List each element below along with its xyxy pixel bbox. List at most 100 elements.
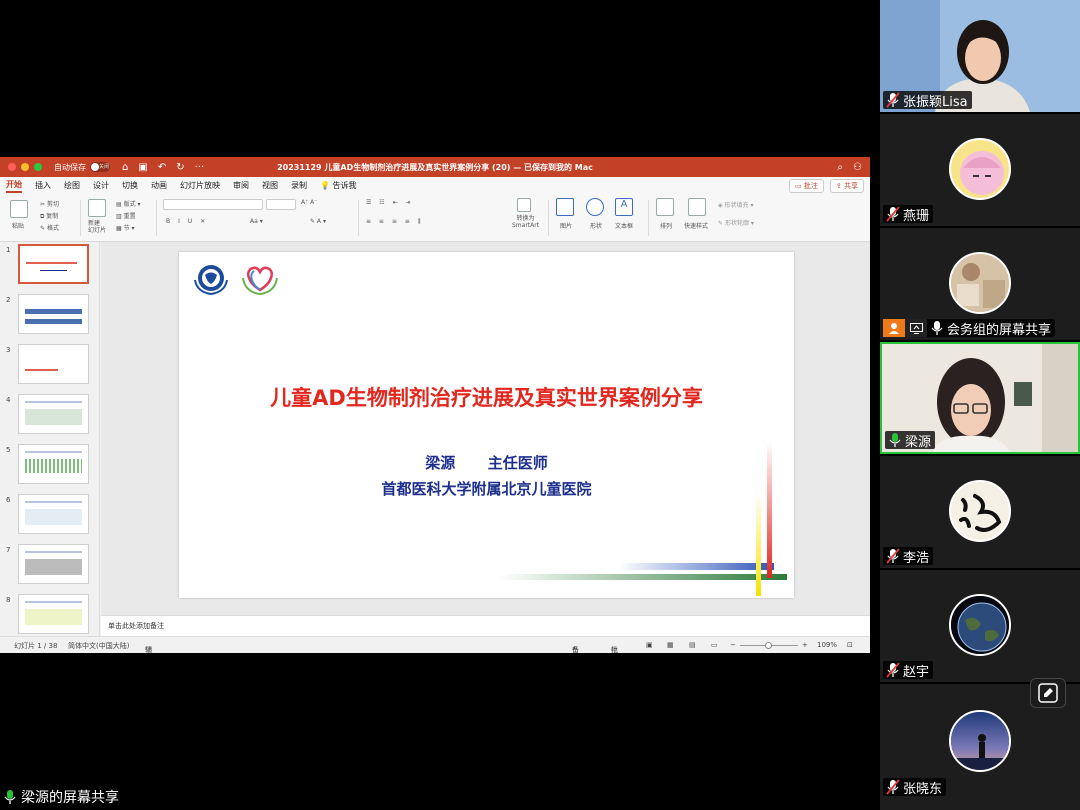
layout-button[interactable]: ▤ 版式 ▾	[116, 199, 141, 208]
slide-thumbnail[interactable]	[18, 444, 89, 484]
text-color-buttons[interactable]: Aa ▾	[250, 218, 263, 225]
comments-button[interactable]: ▭ 批注	[789, 178, 824, 193]
autosave-toggle[interactable]: 关闭	[90, 162, 110, 172]
slide-thumbnail[interactable]	[18, 544, 89, 584]
tab-transitions[interactable]: 切换	[122, 180, 138, 191]
highlight-buttons[interactable]: ✎ A ▾	[310, 218, 326, 225]
tab-design[interactable]: 设计	[93, 180, 109, 191]
active-speaker-tile[interactable]: 梁源	[880, 342, 1080, 454]
slideshow-icon[interactable]: ▭	[711, 641, 718, 649]
thumbnail-row[interactable]: 1	[0, 244, 99, 294]
tab-animations[interactable]: 动画	[151, 180, 167, 191]
slide-title[interactable]: 儿童AD生物制剂治疗进展及真实世界案例分享	[179, 382, 794, 412]
list-buttons[interactable]: ☰ ☷ ⇤ ⇥	[366, 199, 414, 206]
participant-tile[interactable]: 张振颖Lisa	[880, 0, 1080, 112]
participant-tile[interactable]: 赵宇	[880, 570, 1080, 682]
home-icon[interactable]: ⌂	[122, 162, 128, 173]
align-buttons[interactable]: ≡ ≡ ≡ ≡ ⫼	[366, 218, 424, 226]
picture-label[interactable]: 图片	[560, 221, 572, 230]
reset-button[interactable]: ▥ 重置	[116, 211, 136, 220]
tab-slideshow[interactable]: 幻灯片放映	[180, 180, 220, 191]
convert-smartart-label[interactable]: 转换为 SmartArt	[512, 215, 539, 229]
current-slide[interactable]: 儿童AD生物制剂治疗进展及真实世界案例分享 梁源 主任医师 首都医科大学附属北京…	[179, 252, 794, 598]
slide-thumbnail-pane[interactable]: 1 2 3 4 5 6 7 8	[0, 242, 100, 636]
minimize-window-button[interactable]	[21, 163, 29, 171]
reading-view-icon[interactable]: ▤	[689, 641, 696, 649]
tab-home[interactable]: 开始	[6, 179, 22, 193]
participant-tile[interactable]: 李浩	[880, 456, 1080, 568]
thumbnail-row[interactable]: 4	[0, 394, 99, 444]
font-size-buttons[interactable]: A⁺ A⁻	[301, 199, 317, 206]
tab-draw[interactable]: 绘图	[64, 180, 80, 191]
close-window-button[interactable]	[8, 163, 16, 171]
paste-icon[interactable]	[10, 200, 28, 218]
format-label: 格式	[46, 225, 59, 232]
zoom-slider-handle[interactable]	[765, 642, 772, 649]
normal-view-icon[interactable]: ▣	[646, 641, 653, 649]
redo-icon[interactable]: ↻	[176, 162, 184, 173]
font-format-buttons[interactable]: BIU✕	[166, 218, 213, 225]
quick-styles-label[interactable]: 快速样式	[684, 221, 708, 230]
thumbnail-row[interactable]: 2	[0, 294, 99, 344]
account-icon[interactable]: ⚇	[853, 162, 862, 173]
smartart-icon[interactable]	[517, 198, 531, 212]
textbox-label[interactable]: 文本框	[615, 221, 633, 230]
tab-tell-me[interactable]: 💡 告诉我	[320, 180, 357, 191]
thumbnail-row[interactable]: 7	[0, 544, 99, 594]
slide-thumbnail[interactable]	[18, 494, 89, 534]
quick-styles-icon[interactable]	[688, 198, 706, 216]
shape-icon[interactable]	[586, 198, 604, 216]
textbox-icon[interactable]: A	[615, 198, 633, 216]
slide-thumbnail[interactable]	[18, 394, 89, 434]
format-painter-button[interactable]: ✎ 格式	[40, 223, 59, 232]
cut-button[interactable]: ✂ 剪切	[40, 199, 59, 208]
arrange-icon[interactable]	[656, 198, 674, 216]
new-slide-icon[interactable]	[88, 199, 106, 217]
tab-record[interactable]: 录制	[291, 180, 307, 191]
zoom-level[interactable]: 109%	[817, 641, 837, 649]
decorative-lines	[499, 442, 787, 596]
notes-pane[interactable]: 单击此处添加备注	[101, 615, 870, 636]
font-family-select[interactable]	[163, 199, 263, 210]
picture-icon[interactable]	[556, 198, 574, 216]
slide-editing-canvas[interactable]: 儿童AD生物制剂治疗进展及真实世界案例分享 梁源 主任医师 首都医科大学附属北京…	[101, 242, 870, 615]
thumbnail-row[interactable]: 6	[0, 494, 99, 544]
save-icon[interactable]: ▣	[138, 162, 147, 173]
paste-label[interactable]: 粘贴	[12, 221, 24, 230]
quick-access-toolbar: ⌂ ▣ ↶ ↻ ···	[122, 162, 204, 173]
font-size-select[interactable]	[266, 199, 296, 210]
language-indicator[interactable]: 简体中文(中国大陆)	[68, 641, 129, 651]
section-button[interactable]: ▦ 节 ▾	[116, 223, 135, 232]
search-icon[interactable]: ⌕	[837, 162, 843, 173]
tab-insert[interactable]: 插入	[35, 180, 51, 191]
ribbon-divider	[648, 200, 649, 236]
new-slide-label[interactable]: 新建 幻灯片	[88, 220, 106, 234]
participant-tile[interactable]: 燕珊	[880, 114, 1080, 226]
tab-review[interactable]: 审阅	[233, 180, 249, 191]
undo-icon[interactable]: ↶	[158, 162, 166, 173]
zoom-in-button[interactable]: +	[802, 641, 808, 649]
share-button[interactable]: ⇪ 共享	[829, 178, 864, 193]
zoom-window-button[interactable]	[34, 163, 42, 171]
more-icon[interactable]: ···	[195, 162, 205, 173]
participant-tile[interactable]: 会务组的屏幕共享	[880, 228, 1080, 340]
heart-logo-icon	[242, 266, 278, 296]
slide-thumbnail[interactable]	[18, 244, 89, 284]
zoom-out-button[interactable]: −	[730, 641, 736, 649]
slide-thumbnail[interactable]	[18, 294, 89, 334]
thumbnail-row[interactable]: 8	[0, 594, 99, 636]
slide-thumbnail[interactable]	[18, 344, 89, 384]
screen-share-icon	[905, 319, 927, 337]
annotate-button[interactable]	[1030, 678, 1066, 708]
slide-sorter-icon[interactable]: ▦	[667, 641, 674, 649]
tab-view[interactable]: 视图	[262, 180, 278, 191]
shape-label[interactable]: 形状	[590, 221, 602, 230]
copy-button[interactable]: ⧉ 复制	[40, 211, 58, 221]
fit-to-window-icon[interactable]: ⊡	[847, 641, 853, 649]
shape-fill-button[interactable]: ◈ 形状填充 ▾	[718, 200, 753, 209]
slide-thumbnail[interactable]	[18, 594, 89, 634]
thumbnail-row[interactable]: 5	[0, 444, 99, 494]
thumbnail-row[interactable]: 3	[0, 344, 99, 394]
arrange-label[interactable]: 排列	[660, 221, 672, 230]
shape-outline-button[interactable]: ✎ 形状轮廓 ▾	[718, 218, 754, 227]
